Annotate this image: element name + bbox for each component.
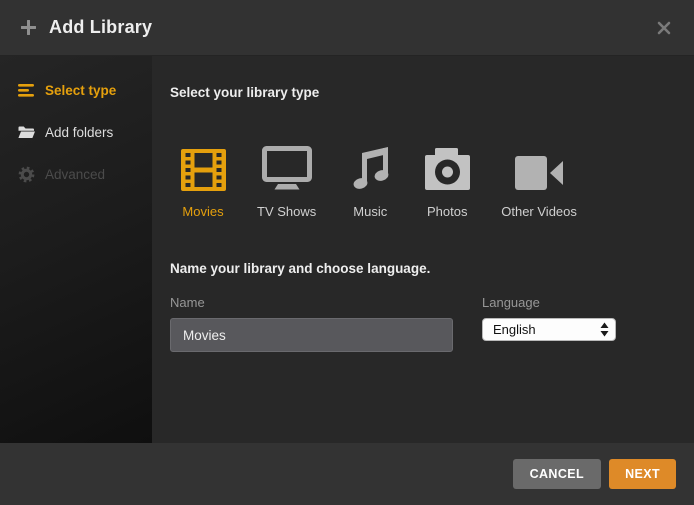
folder-icon xyxy=(18,124,35,141)
sidebar-item-label: Select type xyxy=(45,83,116,98)
music-note-icon xyxy=(349,145,391,191)
video-camera-icon xyxy=(515,145,564,191)
film-strip-icon xyxy=(181,145,226,191)
steps-sidebar: Select type Add folders xyxy=(0,56,152,443)
language-select[interactable]: English xyxy=(482,318,616,341)
library-type-label: TV Shows xyxy=(257,204,316,219)
library-type-label: Music xyxy=(353,204,387,219)
select-type-heading: Select your library type xyxy=(170,84,694,101)
language-field-group: Language English xyxy=(482,295,616,341)
library-type-tv-shows[interactable]: TV Shows xyxy=(257,145,316,219)
library-type-other-videos[interactable]: Other Videos xyxy=(501,145,577,219)
library-type-label: Movies xyxy=(182,204,223,219)
dialog-title: Add Library xyxy=(49,17,152,38)
close-icon[interactable] xyxy=(654,18,674,38)
sidebar-item-advanced[interactable]: Advanced xyxy=(0,153,152,195)
language-field-label: Language xyxy=(482,295,616,311)
name-section-heading: Name your library and choose language. xyxy=(170,260,694,277)
name-field-group: Name xyxy=(170,295,453,352)
name-field-label: Name xyxy=(170,295,453,311)
gear-icon xyxy=(18,166,35,183)
library-type-movies[interactable]: Movies xyxy=(180,145,226,219)
next-button[interactable]: NEXT xyxy=(609,459,676,489)
sidebar-item-select-type[interactable]: Select type xyxy=(0,69,152,111)
library-type-music[interactable]: Music xyxy=(347,145,393,219)
dialog-body: Select type Add folders xyxy=(0,56,694,443)
select-stepper-icon xyxy=(600,322,609,337)
library-type-label: Other Videos xyxy=(501,204,577,219)
dialog-footer: CANCEL NEXT xyxy=(0,443,694,505)
sidebar-item-label: Advanced xyxy=(45,167,105,182)
list-type-icon xyxy=(18,82,35,99)
library-type-row: Movies TV Shows xyxy=(180,145,694,219)
dialog-header: Add Library xyxy=(0,0,694,56)
cancel-button[interactable]: CANCEL xyxy=(513,459,601,489)
form-row: Name Language English xyxy=(170,295,694,352)
library-type-photos[interactable]: Photos xyxy=(424,145,470,219)
add-library-dialog: Add Library Select t xyxy=(0,0,694,505)
language-selected-value: English xyxy=(493,322,600,337)
library-type-label: Photos xyxy=(427,204,467,219)
plus-icon xyxy=(20,19,37,36)
main-content: Select your library type xyxy=(152,56,694,443)
tv-icon xyxy=(262,145,312,191)
library-name-input[interactable] xyxy=(170,318,453,352)
sidebar-item-add-folders[interactable]: Add folders xyxy=(0,111,152,153)
sidebar-item-label: Add folders xyxy=(45,125,113,140)
camera-icon xyxy=(425,145,470,191)
